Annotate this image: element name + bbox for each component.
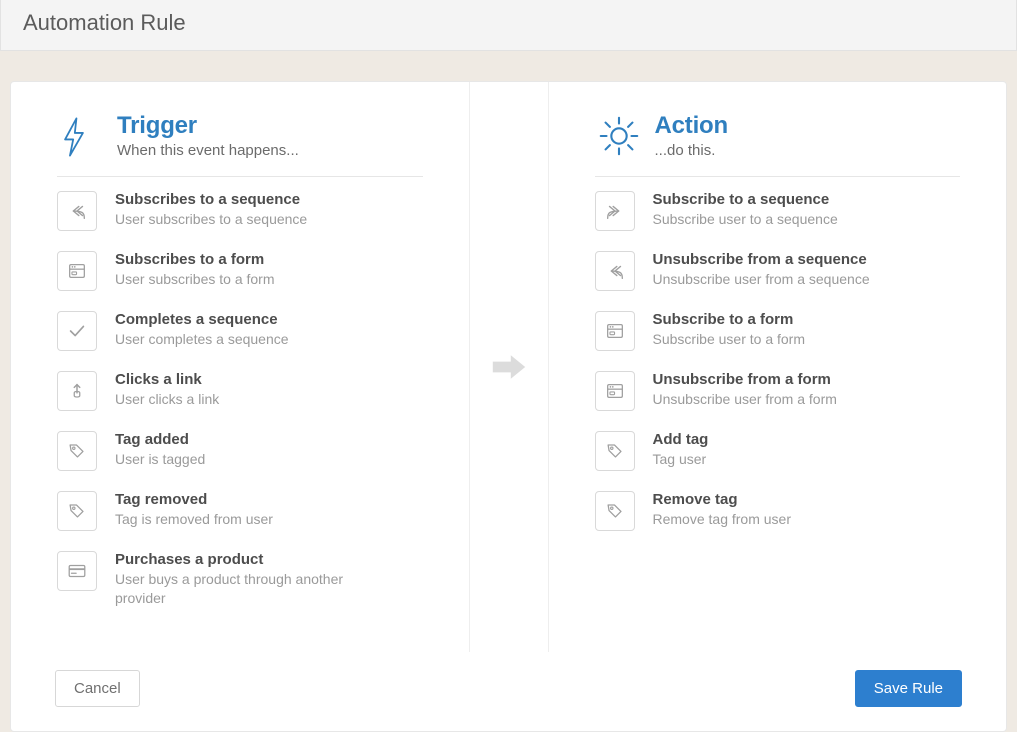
trigger-option-desc: User is tagged xyxy=(115,450,205,469)
trigger-option[interactable]: Clicks a linkUser clicks a link xyxy=(57,371,423,411)
check-icon xyxy=(57,311,97,351)
trigger-option-texts: Purchases a productUser buys a product t… xyxy=(115,551,395,608)
trigger-option-texts: Subscribes to a sequenceUser subscribes … xyxy=(115,191,307,229)
reply-all-left-icon xyxy=(57,191,97,231)
trigger-option-desc: Tag is removed from user xyxy=(115,510,273,529)
action-option-desc: Tag user xyxy=(653,450,709,469)
trigger-option[interactable]: Purchases a productUser buys a product t… xyxy=(57,551,423,608)
reply-all-left-icon xyxy=(595,251,635,291)
trigger-option[interactable]: Subscribes to a sequenceUser subscribes … xyxy=(57,191,423,231)
form-icon xyxy=(595,371,635,411)
trigger-option-texts: Tag addedUser is tagged xyxy=(115,431,205,469)
action-option-texts: Add tagTag user xyxy=(653,431,709,469)
action-option[interactable]: Remove tagRemove tag from user xyxy=(595,491,961,531)
action-option[interactable]: Subscribe to a sequenceSubscribe user to… xyxy=(595,191,961,231)
footer: Cancel Save Rule xyxy=(11,652,1006,731)
action-column: Action ...do this. Subscribe to a sequen… xyxy=(549,82,1007,652)
trigger-header-texts: Trigger When this event happens... xyxy=(117,112,299,159)
pointer-icon xyxy=(57,371,97,411)
action-option-texts: Subscribe to a formSubscribe user to a f… xyxy=(653,311,806,349)
trigger-option[interactable]: Subscribes to a formUser subscribes to a… xyxy=(57,251,423,291)
trigger-option-title: Purchases a product xyxy=(115,551,395,569)
trigger-option-title: Tag removed xyxy=(115,491,273,509)
trigger-option-title: Subscribes to a form xyxy=(115,251,275,269)
action-option-title: Unsubscribe from a form xyxy=(653,371,837,389)
reply-all-right-icon xyxy=(595,191,635,231)
trigger-option-texts: Subscribes to a formUser subscribes to a… xyxy=(115,251,275,289)
arrow-right-icon xyxy=(487,349,531,385)
trigger-option-title: Subscribes to a sequence xyxy=(115,191,307,209)
action-subheading: ...do this. xyxy=(655,142,728,159)
trigger-option-title: Completes a sequence xyxy=(115,311,289,329)
trigger-option-texts: Tag removedTag is removed from user xyxy=(115,491,273,529)
cancel-button[interactable]: Cancel xyxy=(55,670,140,707)
trigger-option-title: Clicks a link xyxy=(115,371,219,389)
tag-icon xyxy=(57,431,97,471)
trigger-option[interactable]: Completes a sequenceUser completes a seq… xyxy=(57,311,423,351)
action-option[interactable]: Subscribe to a formSubscribe user to a f… xyxy=(595,311,961,351)
action-option-desc: Remove tag from user xyxy=(653,510,792,529)
tag-icon xyxy=(595,491,635,531)
page-titlebar: Automation Rule xyxy=(0,0,1017,51)
trigger-option-desc: User buys a product through another prov… xyxy=(115,570,395,608)
tag-icon xyxy=(57,491,97,531)
trigger-subheading: When this event happens... xyxy=(117,142,299,159)
action-option-title: Subscribe to a form xyxy=(653,311,806,329)
rule-card: Trigger When this event happens... Subsc… xyxy=(10,81,1007,732)
trigger-option-desc: User clicks a link xyxy=(115,390,219,409)
form-icon xyxy=(57,251,97,291)
action-option-texts: Subscribe to a sequenceSubscribe user to… xyxy=(653,191,838,229)
trigger-heading: Trigger xyxy=(117,112,299,140)
tag-icon xyxy=(595,431,635,471)
credit-card-icon xyxy=(57,551,97,591)
trigger-option[interactable]: Tag addedUser is tagged xyxy=(57,431,423,471)
action-option-desc: Unsubscribe user from a sequence xyxy=(653,270,870,289)
action-option[interactable]: Add tagTag user xyxy=(595,431,961,471)
form-icon xyxy=(595,311,635,351)
save-button[interactable]: Save Rule xyxy=(855,670,962,707)
trigger-option-texts: Clicks a linkUser clicks a link xyxy=(115,371,219,409)
trigger-option-texts: Completes a sequenceUser completes a seq… xyxy=(115,311,289,349)
action-option-title: Subscribe to a sequence xyxy=(653,191,838,209)
trigger-option-desc: User subscribes to a form xyxy=(115,270,275,289)
trigger-option-desc: User completes a sequence xyxy=(115,330,289,349)
action-option[interactable]: Unsubscribe from a sequenceUnsubscribe u… xyxy=(595,251,961,291)
action-heading: Action xyxy=(655,112,728,140)
action-list: Subscribe to a sequenceSubscribe user to… xyxy=(595,191,961,531)
action-option-title: Remove tag xyxy=(653,491,792,509)
action-option-texts: Remove tagRemove tag from user xyxy=(653,491,792,529)
trigger-column: Trigger When this event happens... Subsc… xyxy=(11,82,469,652)
gear-icon xyxy=(595,112,637,162)
action-option-desc: Unsubscribe user from a form xyxy=(653,390,837,409)
action-option-texts: Unsubscribe from a formUnsubscribe user … xyxy=(653,371,837,409)
action-option-desc: Subscribe user to a form xyxy=(653,330,806,349)
trigger-header: Trigger When this event happens... xyxy=(57,112,423,177)
action-option-title: Unsubscribe from a sequence xyxy=(653,251,870,269)
columns: Trigger When this event happens... Subsc… xyxy=(11,82,1006,652)
action-option-texts: Unsubscribe from a sequenceUnsubscribe u… xyxy=(653,251,870,289)
action-header-texts: Action ...do this. xyxy=(655,112,728,159)
action-option-desc: Subscribe user to a sequence xyxy=(653,210,838,229)
column-divider xyxy=(469,82,549,652)
action-header: Action ...do this. xyxy=(595,112,961,177)
window: Automation Rule Trigger When this event … xyxy=(0,0,1017,730)
trigger-option[interactable]: Tag removedTag is removed from user xyxy=(57,491,423,531)
page-title: Automation Rule xyxy=(23,10,186,35)
action-option[interactable]: Unsubscribe from a formUnsubscribe user … xyxy=(595,371,961,411)
action-option-title: Add tag xyxy=(653,431,709,449)
bolt-icon xyxy=(57,112,99,162)
trigger-list: Subscribes to a sequenceUser subscribes … xyxy=(57,191,423,608)
trigger-option-desc: User subscribes to a sequence xyxy=(115,210,307,229)
trigger-option-title: Tag added xyxy=(115,431,205,449)
